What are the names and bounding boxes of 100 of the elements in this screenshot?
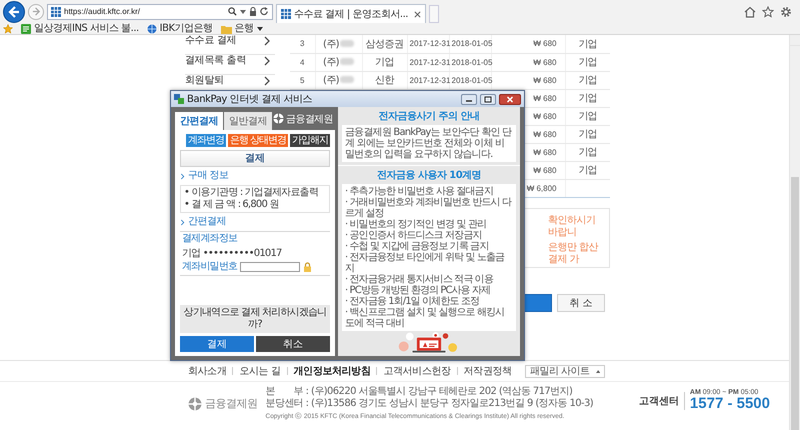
close-button[interactable] [499,94,521,104]
section-title: 간편결제 [188,216,226,228]
logo-icon [273,113,284,124]
notice-text: 은행만 합산 결제 가 [548,242,600,266]
cancel-button[interactable]: 취소 [256,336,330,352]
favorite-label[interactable]: 일상경제INS 서비스 불... [34,23,139,35]
caret-up-icon [596,368,600,374]
table-cell: 삼성증권 [362,35,407,53]
field-label: • 결 제 금 액 : [184,199,240,211]
globe-icon [146,24,157,34]
password-field[interactable] [240,262,300,272]
blurred-text [340,76,354,83]
cancel-button[interactable]: 취 소 [557,294,605,312]
table-cell: 기업 [565,143,610,161]
favorite-label[interactable]: 은행 [234,23,254,35]
rule-item: · 비밀번호의 정기적인 변경 및 관리 [345,219,488,230]
app-icon [174,94,184,104]
page-icon [21,24,31,34]
window-title: BankPay 인터넷 결제 서비스 [187,93,312,106]
table-cell: 5 [290,71,315,89]
table-cell: 기업 [565,53,610,71]
maximize-button[interactable] [480,94,496,104]
table-cell: 2018-01-05 [449,53,491,71]
section-header: 결제 [180,150,330,167]
rule-item: · PC방등 개방된 환경의 PC사용 자제 [345,285,492,296]
arrow-left-icon [7,4,21,18]
table-cell: (주) [322,57,339,68]
table-cell: 2017-12-31 [407,35,449,53]
arrow-right-icon [32,7,40,16]
table-cell: 기업 [565,89,610,107]
settings-icon[interactable] [780,6,792,18]
logo-text: 금융결제원 [205,396,258,411]
rules-heading: 전자금융 사용자 10계명 [376,170,482,182]
field-label: • 이용기관명 : [184,187,242,199]
sidebar-item[interactable]: 결제목록 출력 [185,55,246,67]
account-button[interactable]: 가입해지 [290,134,330,147]
table-cell: 기업 [565,35,610,53]
favorite-label[interactable]: IBK기업은행 [160,23,213,35]
table-cell: 기업 [565,71,610,89]
chevron-right-icon [180,172,185,180]
footer-link[interactable]: 저작권정책 [464,364,512,378]
logo-text: 금융결제원 [286,112,334,126]
site-icon [281,9,291,19]
table-cell: 2017-12-31 [407,53,449,71]
rule-item: · 수첩 및 지갑에 금융정보 기록 금지 [345,241,490,252]
address-field[interactable]: https://audit.kftc.or.kr/ [47,4,273,20]
site-icon [51,6,61,16]
rule-item: · 공인인증서 하드디스크 저장금지 [345,230,483,241]
folder-icon [220,24,232,34]
section-title: 구매 정보 [188,170,229,182]
account-button[interactable]: 계좌변경 [186,134,226,147]
back-button[interactable] [3,0,25,22]
table-cell: 2018-01-05 [449,71,491,89]
blurred-text [340,58,354,65]
confirm-question: 상기내역으로 결제 처리하시겠습니까? [180,305,330,333]
rule-item: · 전자금융거래 통지서비스 적극 이용 [345,274,494,285]
caret-icon[interactable] [240,8,246,14]
rule-item: · 전자금융정보 타인에게 위탁 및 노출금지 [345,252,506,274]
rule-item: · 전자금융 1회/1일 이체한도 조정 [345,296,480,307]
notice-heading: 전자금융사기 주의 안내 [378,111,480,123]
address-text: 분당센터 : (우)13586 경기도 성남시 분당구 정자일로213번길 9 (정자동 10-3) [266,398,594,410]
table-cell: (주) [322,75,339,86]
url-text: https://audit.kftc.or.kr/ [64,7,140,16]
footer-link[interactable]: 오시는 길 [239,364,281,378]
pay-button[interactable]: 결제 [180,336,254,352]
browser-tab[interactable]: 수수료 결제 | 운영조회서... [276,4,426,23]
refresh-icon[interactable] [260,7,269,16]
table-cell: 기업 [362,53,407,71]
table-cell: 2017-12-31 [407,71,449,89]
minimize-button[interactable] [461,94,477,104]
tab[interactable]: 일반결제 [224,112,272,130]
sidebar-item[interactable]: 회원탈퇴 [185,75,224,87]
footer-link[interactable]: 개인정보처리방침 [294,364,370,378]
table-cell: ₩ 680 [491,35,565,53]
footer-link[interactable]: 회사소개 [188,364,226,378]
field-label: 결제계좌정보 [182,233,238,245]
chevron-right-icon [180,218,185,226]
lock-icon [249,7,257,16]
sidebar-item[interactable]: 수수료 결제 [185,35,236,47]
blurred-text [340,40,354,47]
home-icon[interactable] [744,6,756,18]
table-cell: ₩ 680 [491,71,565,89]
footer-link[interactable]: 고객서비스헌장 [383,364,451,378]
rule-item: · 백신프로그램 설치 및 실행으로 해킹시도에 적극 대비 [345,307,506,329]
field-label: 계좌비밀번호 [182,261,238,273]
table-cell: 신한 [362,71,407,89]
table-cell: 3 [290,35,315,53]
phone-number: 1577 - 5500 [690,396,770,412]
table-cell: 기업 [565,125,610,143]
table-cell: 기업 [565,161,610,179]
scrollbar[interactable] [789,35,800,430]
rule-item: · 거래비밀번호와 계좌비밀번호 반드시 다르게 설정 [345,197,513,219]
table-cell: 2018-01-05 [449,35,491,53]
search-icon[interactable] [228,7,237,16]
family-site-dropdown[interactable]: 패밀리 사이트 [525,364,605,378]
close-icon[interactable] [414,10,421,18]
star-icon[interactable] [762,6,774,18]
table-cell: 4 [290,53,315,71]
tab[interactable]: 간편결제 [175,112,223,130]
service-center-label: 고객센터 [638,394,679,408]
